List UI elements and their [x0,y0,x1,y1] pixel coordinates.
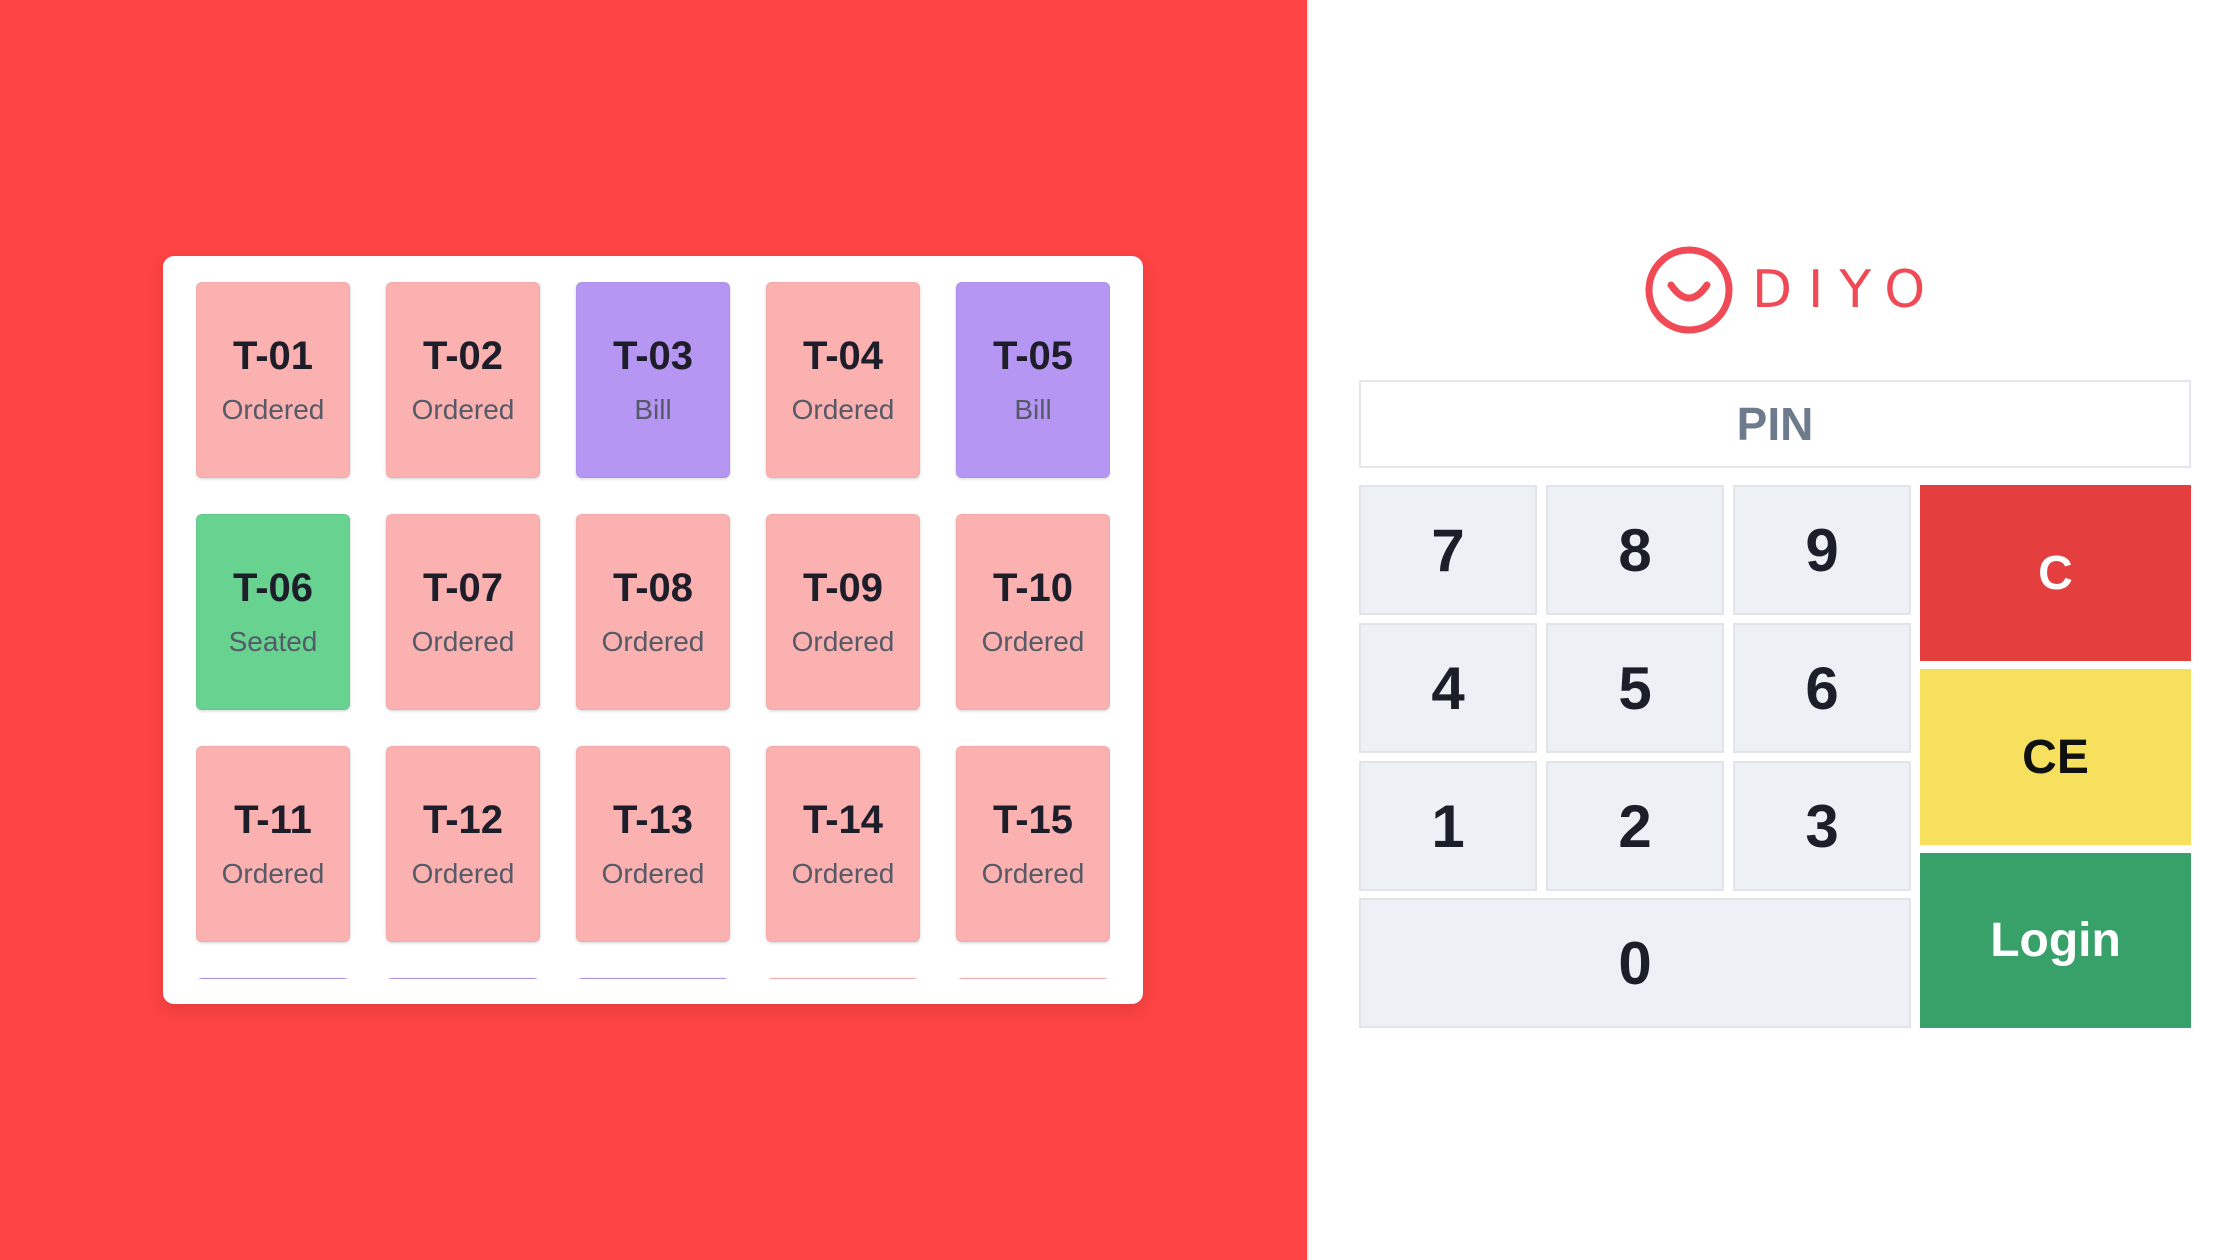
table-status: Ordered [411,858,515,889]
smiley-logo-icon [1645,246,1733,334]
tables-card: T-01 Ordered T-02 Ordered T-03 Bill T-04 Ordere… [163,256,1143,1004]
table-tile[interactable]: T-01 Ordered [196,282,350,478]
clear-button[interactable]: C [1920,485,2191,661]
table-status: Ordered [601,626,705,657]
table-status: Ordered [221,858,325,889]
table-status: Bill [1014,394,1052,425]
table-status: Ordered [791,858,895,889]
table-tile[interactable]: T-15 Ordered [956,746,1110,942]
tables-panel: T-01 Ordered T-02 Ordered T-03 Bill T-04 Ordere… [0,0,1307,1260]
table-name: T-05 [992,334,1074,378]
table-status: Seated [228,626,318,657]
table-name: T-12 [422,798,504,842]
table-tile[interactable]: T-03 Bill [576,282,730,478]
table-name: T-07 [422,566,504,610]
table-tile[interactable]: T-04 Ordered [766,282,920,478]
table-status: Ordered [791,394,895,425]
brand: DIYO [1644,245,1941,335]
tables-grid-inner: T-01 Ordered T-02 Ordered T-03 Bill T-04 Ordere… [196,282,1110,979]
table-status: Ordered [221,394,325,425]
key-3[interactable]: 3 [1733,761,1911,891]
login-button[interactable]: Login [1920,853,2191,1028]
key-6[interactable]: 6 [1733,623,1911,753]
table-status: Ordered [791,626,895,657]
tables-grid[interactable]: T-01 Ordered T-02 Ordered T-03 Bill T-04 Ordere… [196,282,1110,979]
table-status: Ordered [981,626,1085,657]
table-tile[interactable]: T-11 Ordered [196,746,350,942]
table-name: T-10 [992,566,1074,610]
login-panel: DIYO 7 8 9 4 5 6 1 2 3 0 C CE Login [1307,0,2240,1260]
table-status: Ordered [601,858,705,889]
key-1[interactable]: 1 [1359,761,1537,891]
table-name: T-06 [232,566,314,610]
table-tile[interactable] [196,978,350,979]
table-tile[interactable]: T-09 Ordered [766,514,920,710]
pin-field[interactable] [1359,380,2191,468]
table-name: T-01 [232,334,314,378]
table-name: T-02 [422,334,504,378]
key-4[interactable]: 4 [1359,623,1537,753]
table-tile[interactable] [766,978,920,979]
table-tile[interactable]: T-05 Bill [956,282,1110,478]
table-tile[interactable] [956,978,1110,979]
key-0[interactable]: 0 [1359,898,1911,1028]
key-8[interactable]: 8 [1546,485,1724,615]
table-tile[interactable] [576,978,730,979]
table-name: T-09 [802,566,884,610]
key-9[interactable]: 9 [1733,485,1911,615]
table-status: Ordered [981,858,1085,889]
table-tile[interactable]: T-06 Seated [196,514,350,710]
table-tile[interactable]: T-02 Ordered [386,282,540,478]
table-tile[interactable]: T-12 Ordered [386,746,540,942]
table-tile[interactable]: T-07 Ordered [386,514,540,710]
table-name: T-13 [612,798,694,842]
table-tile[interactable]: T-14 Ordered [766,746,920,942]
clear-entry-button[interactable]: CE [1920,669,2191,845]
table-name: T-11 [234,798,312,842]
table-name: T-14 [802,798,884,842]
table-status: Bill [634,394,672,425]
key-2[interactable]: 2 [1546,761,1724,891]
table-tile[interactable]: T-13 Ordered [576,746,730,942]
table-name: T-08 [612,566,694,610]
key-5[interactable]: 5 [1546,623,1724,753]
table-status: Ordered [411,394,515,425]
table-tile[interactable]: T-08 Ordered [576,514,730,710]
table-tile[interactable]: T-10 Ordered [956,514,1110,710]
table-name: T-04 [802,334,884,378]
key-7[interactable]: 7 [1359,485,1537,615]
brand-name: DIYO [1752,260,1942,320]
table-name: T-03 [612,334,694,378]
pin-input[interactable] [1361,381,2189,467]
table-name: T-15 [992,798,1074,842]
table-status: Ordered [411,626,515,657]
table-tile[interactable] [386,978,540,979]
